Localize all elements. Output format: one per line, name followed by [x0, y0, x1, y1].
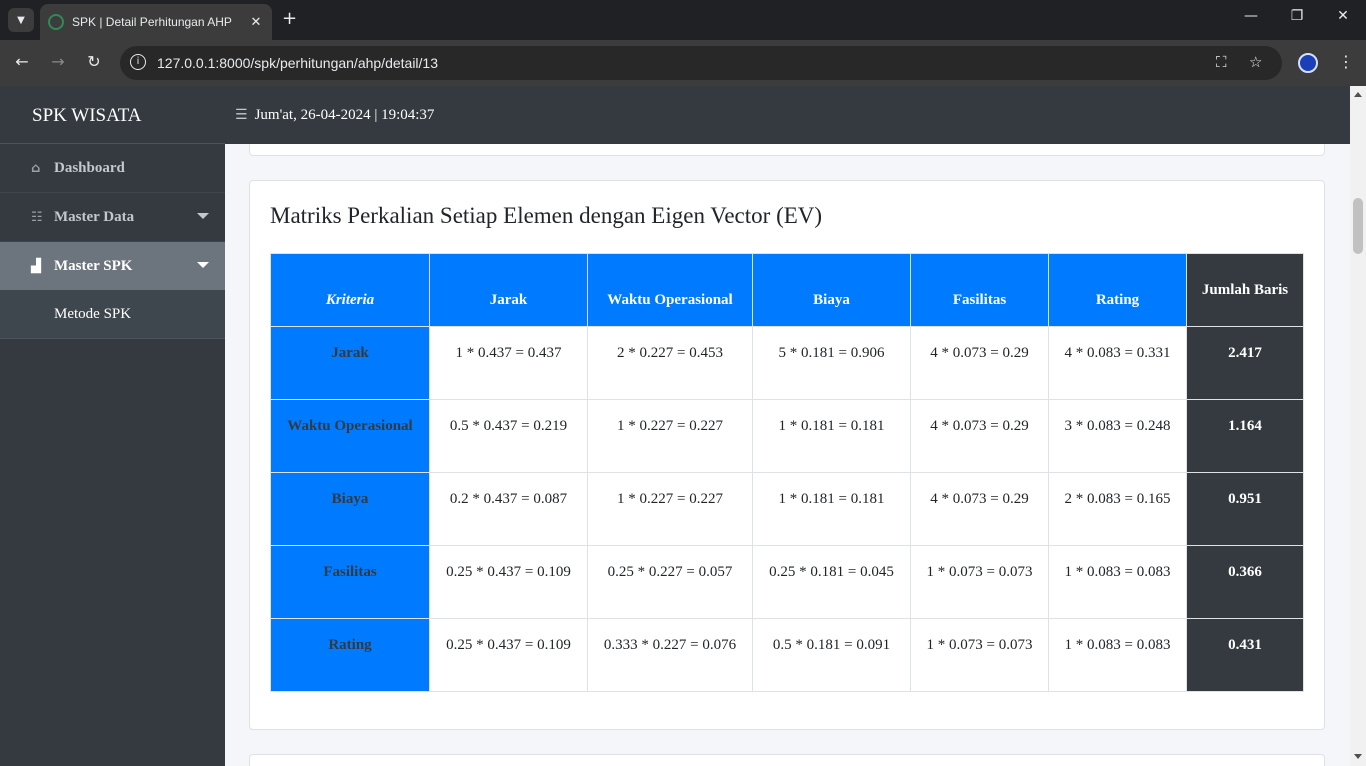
row-total: 0.951 — [1186, 472, 1304, 546]
sidebar-item-master-spk[interactable]: ▟ Master SPK — [0, 242, 225, 291]
table-cell: 1 * 0.073 = 0.073 — [910, 618, 1049, 692]
table-cell: 0.25 * 0.227 = 0.057 — [587, 545, 753, 619]
sidebar-item-label: Dashboard — [54, 159, 125, 176]
page-scrollbar[interactable] — [1350, 86, 1366, 766]
table-cell: 0.5 * 0.181 = 0.091 — [752, 618, 911, 692]
previous-card — [249, 144, 1325, 156]
sidebar-item-master-data[interactable]: ☷ Master Data — [0, 193, 225, 242]
back-icon[interactable]: ← — [11, 52, 33, 71]
tab-title: SPK | Detail Perhitungan AHP — [72, 15, 232, 29]
sidebar: SPK WISATA ⌂ Dashboard ☷ Master Data ▟ M… — [0, 86, 225, 766]
table-row: Biaya 0.2 * 0.437 = 0.087 1 * 0.227 = 0.… — [270, 472, 1304, 546]
card-title: Matriks Perkalian Setiap Elemen dengan E… — [270, 203, 823, 228]
table-cell: 0.25 * 0.181 = 0.045 — [752, 545, 911, 619]
table-row: Rating 0.25 * 0.437 = 0.109 0.333 * 0.22… — [270, 618, 1304, 692]
new-tab-icon[interactable]: + — [282, 8, 297, 29]
url-field[interactable]: i 127.0.0.1:8000/spk/perhitungan/ahp/det… — [120, 46, 1282, 80]
home-icon: ⌂ — [31, 160, 41, 176]
sidebar-item-label: Master SPK — [54, 257, 133, 274]
table-row: Waktu Operasional 0.5 * 0.437 = 0.219 1 … — [270, 399, 1304, 473]
sidebar-item-label: Master Data — [54, 208, 135, 225]
table-cell: 1 * 0.227 = 0.227 — [587, 399, 753, 473]
forward-icon[interactable]: → — [47, 52, 69, 71]
close-window-icon[interactable]: ✕ — [1328, 8, 1358, 24]
column-header: Biaya — [752, 253, 911, 327]
ev-matrix-card: Matriks Perkalian Setiap Elemen dengan E… — [249, 180, 1325, 730]
row-total: 1.164 — [1186, 399, 1304, 473]
sidebar-subitem-metode-spk[interactable]: Metode SPK — [0, 291, 225, 339]
caret-down-icon — [197, 213, 209, 219]
table-cell: 0.5 * 0.437 = 0.219 — [429, 399, 588, 473]
datetime-display: Jum'at, 26-04-2024 | 19:04:37 — [254, 106, 435, 123]
table-cell: 1 * 0.181 = 0.181 — [752, 472, 911, 546]
bookmark-star-icon[interactable]: ☆ — [1249, 53, 1262, 71]
column-header: Rating — [1048, 253, 1187, 327]
row-header: Jarak — [270, 326, 430, 400]
scroll-down-icon[interactable] — [1354, 754, 1362, 759]
table-cell: 1 * 0.227 = 0.227 — [587, 472, 753, 546]
brand-link[interactable]: SPK WISATA — [0, 86, 225, 144]
table-cell: 1 * 0.437 = 0.437 — [429, 326, 588, 400]
close-tab-icon[interactable]: ✕ — [248, 15, 264, 30]
table-cell: 1 * 0.083 = 0.083 — [1048, 545, 1187, 619]
reload-icon[interactable]: ↻ — [83, 52, 105, 71]
column-header: Kriteria — [270, 253, 430, 327]
table-cell: 0.25 * 0.437 = 0.109 — [429, 618, 588, 692]
scroll-up-icon[interactable] — [1354, 92, 1362, 97]
favicon-icon — [48, 14, 64, 30]
browser-tab[interactable]: SPK | Detail Perhitungan AHP ✕ — [40, 4, 272, 40]
cubes-icon: ☷ — [31, 209, 43, 225]
minimize-icon[interactable]: — — [1236, 8, 1266, 24]
table-cell: 4 * 0.073 = 0.29 — [910, 326, 1049, 400]
table-cell: 0.333 * 0.227 = 0.076 — [587, 618, 753, 692]
more-menu-icon[interactable]: ⋮ — [1338, 52, 1354, 71]
maximize-icon[interactable]: ❐ — [1282, 8, 1312, 24]
caret-down-icon — [197, 262, 209, 268]
browser-tab-bar: ▼ SPK | Detail Perhitungan AHP ✕ + — ❐ ✕ — [0, 0, 1366, 40]
row-header: Fasilitas — [270, 545, 430, 619]
scroll-thumb[interactable] — [1353, 198, 1363, 254]
column-header: Jumlah Baris — [1186, 253, 1304, 327]
row-header: Waktu Operasional — [270, 399, 430, 473]
table-row: Jarak 1 * 0.437 = 0.437 2 * 0.227 = 0.45… — [270, 326, 1304, 400]
table-header-row: Kriteria Jarak Waktu Operasional Biaya F… — [270, 253, 1304, 327]
table-cell: 1 * 0.073 = 0.073 — [910, 545, 1049, 619]
column-header: Jarak — [429, 253, 588, 327]
tab-search-icon[interactable]: ▼ — [8, 8, 34, 32]
translate-icon[interactable]: ⛶ — [1216, 53, 1227, 71]
next-card — [249, 754, 1325, 766]
main-content: Matriks Perkalian Setiap Elemen dengan E… — [225, 144, 1350, 766]
row-total: 0.366 — [1186, 545, 1304, 619]
address-bar: ← → ↻ i 127.0.0.1:8000/spk/perhitungan/a… — [0, 40, 1366, 86]
site-info-icon[interactable]: i — [130, 54, 146, 70]
row-total: 2.417 — [1186, 326, 1304, 400]
table-cell: 0.2 * 0.437 = 0.087 — [429, 472, 588, 546]
table-cell: 2 * 0.083 = 0.165 — [1048, 472, 1187, 546]
table-cell: 4 * 0.083 = 0.331 — [1048, 326, 1187, 400]
profile-avatar[interactable] — [1298, 53, 1318, 73]
table-cell: 2 * 0.227 = 0.453 — [587, 326, 753, 400]
url-text[interactable]: 127.0.0.1:8000/spk/perhitungan/ahp/detai… — [157, 55, 438, 71]
row-total: 0.431 — [1186, 618, 1304, 692]
table-cell: 3 * 0.083 = 0.248 — [1048, 399, 1187, 473]
column-header: Fasilitas — [910, 253, 1049, 327]
row-header: Biaya — [270, 472, 430, 546]
table-row: Fasilitas 0.25 * 0.437 = 0.109 0.25 * 0.… — [270, 545, 1304, 619]
row-header: Rating — [270, 618, 430, 692]
table-cell: 0.25 * 0.437 = 0.109 — [429, 545, 588, 619]
table-cell: 1 * 0.083 = 0.083 — [1048, 618, 1187, 692]
table-cell: 4 * 0.073 = 0.29 — [910, 472, 1049, 546]
sitemap-icon: ▟ — [31, 258, 41, 274]
sidebar-item-dashboard[interactable]: ⌂ Dashboard — [0, 144, 225, 193]
top-navbar: ☰ Jum'at, 26-04-2024 | 19:04:37 — [225, 86, 1350, 144]
table-cell: 1 * 0.181 = 0.181 — [752, 399, 911, 473]
column-header: Waktu Operasional — [587, 253, 753, 327]
ev-matrix-table: Kriteria Jarak Waktu Operasional Biaya F… — [270, 253, 1304, 692]
table-cell: 5 * 0.181 = 0.906 — [752, 326, 911, 400]
hamburger-menu-icon[interactable]: ☰ — [235, 107, 248, 123]
table-cell: 4 * 0.073 = 0.29 — [910, 399, 1049, 473]
